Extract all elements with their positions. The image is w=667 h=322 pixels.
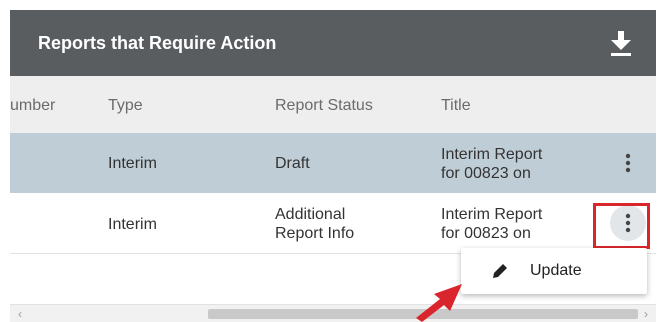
cell-status-line2: Report Info <box>275 225 355 242</box>
menu-item-update[interactable]: Update <box>461 248 647 294</box>
scroll-right-icon[interactable]: › <box>644 307 648 321</box>
scroll-left-icon[interactable]: ‹ <box>18 307 22 321</box>
cell-status-line1: Additional <box>275 206 346 223</box>
row-actions-menu: Update <box>461 248 647 294</box>
cell-status: Draft <box>275 155 310 172</box>
pointer-arrow-icon <box>412 280 468 322</box>
more-vertical-icon <box>625 153 631 173</box>
download-icon[interactable] <box>608 28 634 58</box>
cell-title-line1: Interim Report <box>441 206 543 223</box>
horizontal-scrollbar[interactable]: ‹ › <box>10 304 656 322</box>
table-header: umber Type Report Status Title <box>10 76 656 133</box>
column-header-type[interactable]: Type <box>108 97 143 115</box>
more-options-button[interactable] <box>610 145 646 181</box>
panel-header: Reports that Require Action <box>10 10 656 76</box>
panel-title: Reports that Require Action <box>38 33 277 53</box>
cell-title-line2: for 00823 on <box>441 225 531 242</box>
cell-title-line1: Interim Report <box>441 146 543 163</box>
table-row[interactable]: Interim Additional Report Info Interim R… <box>10 193 656 254</box>
cell-type: Interim <box>108 216 157 233</box>
reports-panel: Reports that Require Action umber Type R… <box>10 10 656 322</box>
highlight-outline <box>593 203 650 249</box>
menu-item-label: Update <box>530 262 582 279</box>
cell-title-line2: for 00823 on <box>441 165 531 182</box>
pencil-icon <box>491 262 509 285</box>
column-header-title[interactable]: Title <box>441 97 471 115</box>
cell-type: Interim <box>108 155 157 172</box>
column-header-number[interactable]: umber <box>10 97 55 115</box>
table-row[interactable]: Interim Draft Interim Report for 00823 o… <box>10 133 656 193</box>
column-header-status[interactable]: Report Status <box>275 97 373 115</box>
